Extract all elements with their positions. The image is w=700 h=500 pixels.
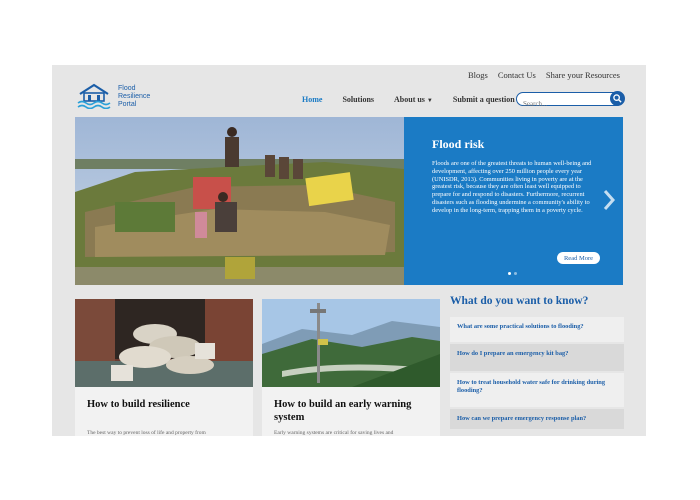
house-waves-icon: [77, 83, 111, 109]
card-snippet: The best way to prevent loss of life and…: [87, 430, 206, 436]
faq-list: What are some practical solutions to flo…: [450, 317, 624, 431]
logo-text: Flood Resilience Portal: [118, 85, 150, 109]
nav-submit-question[interactable]: Submit a question: [453, 95, 515, 104]
faq-item[interactable]: What are some practical solutions to flo…: [450, 317, 624, 344]
faq-item[interactable]: How to treat household water safe for dr…: [450, 373, 624, 409]
hero-image: [75, 117, 404, 285]
nav-about-label: About us: [394, 95, 425, 104]
hero-panel: Flood risk Floods are one of the greates…: [404, 117, 623, 285]
search-input[interactable]: [517, 98, 607, 110]
nav-home[interactable]: Home: [302, 95, 322, 104]
hero-body: Floods are one of the greatest threats t…: [432, 160, 592, 214]
chevron-right-icon[interactable]: [602, 189, 616, 211]
blogs-link[interactable]: Blogs: [468, 70, 488, 80]
card-title: How to build an early warning system: [274, 399, 412, 423]
hero-title: Flood risk: [432, 137, 485, 151]
valley-image: [262, 299, 440, 387]
search-icon: [613, 94, 622, 103]
sandbags-image: [75, 299, 253, 387]
carousel-dots: [508, 272, 517, 275]
contact-us-link[interactable]: Contact Us: [498, 70, 536, 80]
logo-line-portal: Portal: [118, 101, 137, 108]
faq-heading: What do you want to know?: [450, 295, 589, 307]
nav-solutions[interactable]: Solutions: [342, 95, 374, 104]
card-title: How to build resilience: [87, 399, 190, 410]
faq-item[interactable]: How can we prepare emergency response pl…: [450, 409, 624, 431]
main-nav: Home Solutions About us ▼ Submit a quest…: [302, 95, 515, 104]
chevron-down-icon: ▼: [426, 98, 433, 104]
logo-line-flood: Flood: [118, 85, 136, 92]
logo-line-resilience: Resilience: [118, 93, 151, 100]
read-more-button[interactable]: Read More: [557, 252, 600, 264]
share-resources-link[interactable]: Share your Resources: [546, 70, 620, 80]
page-container: Blogs Contact Us Share your Resources Fl…: [52, 65, 646, 436]
nav-about-us[interactable]: About us ▼: [394, 95, 433, 104]
card-early-warning[interactable]: How to build an early warning system Ear…: [262, 299, 440, 436]
search-box: [516, 91, 625, 110]
utility-links: Blogs Contact Us Share your Resources: [468, 70, 620, 80]
site-logo[interactable]: Flood Resilience Portal: [76, 83, 156, 113]
carousel-dot-1[interactable]: [508, 272, 511, 275]
search-button[interactable]: [610, 91, 625, 106]
card-build-resilience[interactable]: How to build resilience The best way to …: [75, 299, 253, 436]
card-snippet: Early warning systems are critical for s…: [274, 430, 394, 436]
faq-item[interactable]: How do I prepare an emergency kit bag?: [450, 344, 624, 373]
carousel-dot-2[interactable]: [514, 272, 517, 275]
